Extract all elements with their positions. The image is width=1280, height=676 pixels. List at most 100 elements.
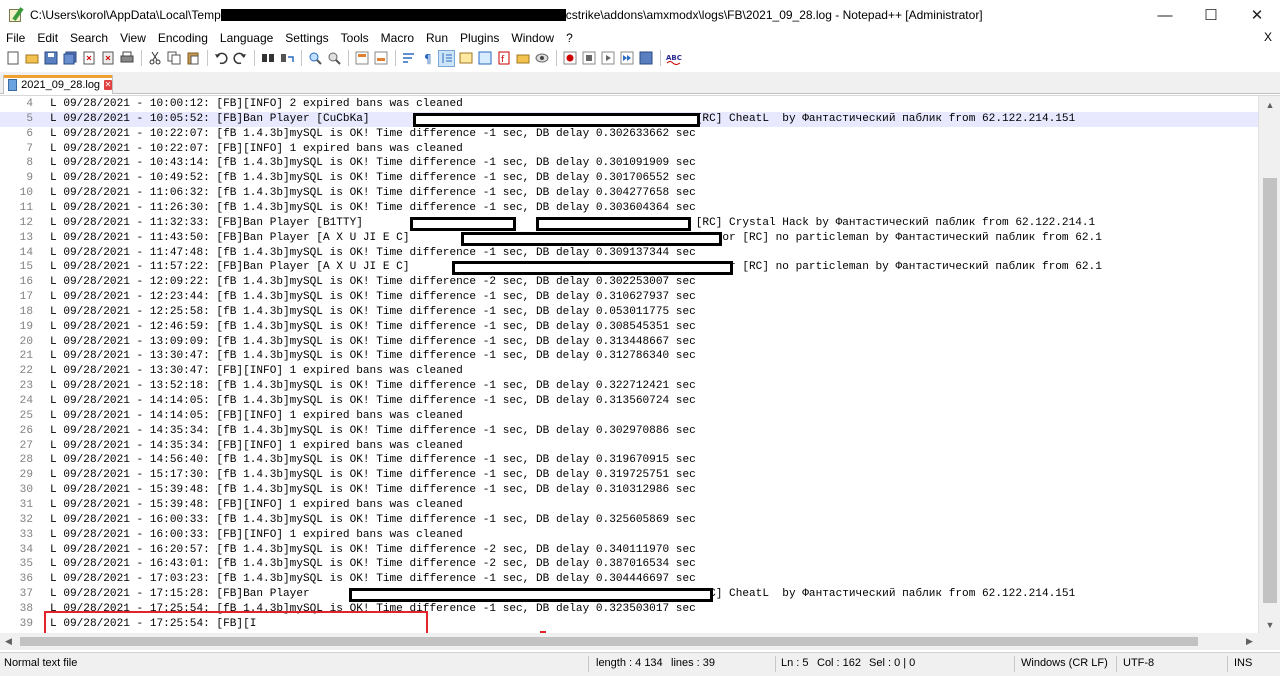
editor-line[interactable]: 8 L 09/28/2021 - 10:43:14: [fB 1.4.3b]myS… [0, 156, 1258, 171]
menu-language[interactable]: Language [214, 31, 279, 45]
indent-guide-icon[interactable] [438, 49, 455, 67]
line-text[interactable]: L 09/28/2021 - 15:39:48: [fB 1.4.3b]mySQ… [50, 483, 696, 498]
editor-line[interactable]: 7 L 09/28/2021 - 10:22:07: [FB][INFO] 1 e… [0, 142, 1258, 157]
editor-line[interactable]: 18 L 09/28/2021 - 12:25:58: [fB 1.4.3b]my… [0, 305, 1258, 320]
editor-line[interactable]: 10 L 09/28/2021 - 11:06:32: [fB 1.4.3b]my… [0, 186, 1258, 201]
scroll-down-icon[interactable]: ▼ [1259, 616, 1280, 633]
copy-icon[interactable] [165, 50, 182, 67]
vertical-scrollbar[interactable]: ▲ ▼ [1258, 96, 1280, 633]
editor-line[interactable]: 34 L 09/28/2021 - 16:20:57: [fB 1.4.3b]my… [0, 543, 1258, 558]
sync-v-icon[interactable] [353, 50, 370, 67]
menu-tools[interactable]: Tools [335, 31, 375, 45]
tab-close-icon[interactable]: ✕ [104, 80, 112, 90]
maximize-button[interactable]: ☐ [1188, 0, 1234, 30]
line-text[interactable]: L 09/28/2021 - 13:30:47: [fB 1.4.3b]mySQ… [50, 349, 696, 364]
line-text[interactable]: L 09/28/2021 - 14:56:40: [fB 1.4.3b]mySQ… [50, 453, 696, 468]
editor-line[interactable]: 20 L 09/28/2021 - 13:09:09: [fB 1.4.3b]my… [0, 335, 1258, 350]
zoom-in-icon[interactable] [306, 50, 323, 67]
editor-line[interactable]: 6 L 09/28/2021 - 10:22:07: [fB 1.4.3b]myS… [0, 127, 1258, 142]
tab-2021-09-28-log[interactable]: 2021_09_28.log ✕ [3, 75, 113, 94]
line-text[interactable]: L 09/28/2021 - 14:14:05: [FB][INFO] 1 ex… [50, 409, 463, 424]
menu-macro[interactable]: Macro [375, 31, 420, 45]
line-text[interactable]: L 09/28/2021 - 10:49:52: [fB 1.4.3b]mySQ… [50, 171, 696, 186]
monitor-icon[interactable] [533, 50, 550, 67]
line-text[interactable]: L 09/28/2021 - 16:20:57: [fB 1.4.3b]mySQ… [50, 543, 696, 558]
menu-run[interactable]: Run [420, 31, 454, 45]
editor-line[interactable]: 24 L 09/28/2021 - 14:14:05: [fB 1.4.3b]my… [0, 394, 1258, 409]
editor-line[interactable]: 30 L 09/28/2021 - 15:39:48: [fB 1.4.3b]my… [0, 483, 1258, 498]
folder-icon[interactable] [514, 50, 531, 67]
wrap-icon[interactable] [400, 50, 417, 67]
menu-file[interactable]: File [0, 31, 31, 45]
line-text[interactable]: L 09/28/2021 - 12:25:58: [fB 1.4.3b]mySQ… [50, 305, 696, 320]
menu-plugins[interactable]: Plugins [454, 31, 505, 45]
menu-window[interactable]: Window [505, 31, 560, 45]
line-text[interactable]: L 09/28/2021 - 10:43:14: [fB 1.4.3b]mySQ… [50, 156, 696, 171]
editor-line[interactable]: 35 L 09/28/2021 - 16:43:01: [fB 1.4.3b]my… [0, 557, 1258, 572]
save-icon[interactable] [42, 50, 59, 67]
save-macro-icon[interactable] [637, 50, 654, 67]
stop-icon[interactable] [580, 50, 597, 67]
editor-line[interactable]: 19 L 09/28/2021 - 12:46:59: [fB 1.4.3b]my… [0, 320, 1258, 335]
line-text[interactable]: L 09/28/2021 - 15:39:48: [FB][INFO] 1 ex… [50, 498, 463, 513]
menu-help[interactable]: ? [560, 31, 579, 45]
close-all-icon[interactable] [99, 50, 116, 67]
line-text[interactable]: L 09/28/2021 - 16:43:01: [fB 1.4.3b]mySQ… [50, 557, 696, 572]
paste-icon[interactable] [184, 50, 201, 67]
menu-edit[interactable]: Edit [31, 31, 64, 45]
line-text[interactable]: L 09/28/2021 - 16:00:33: [fB 1.4.3b]mySQ… [50, 513, 696, 528]
editor-line[interactable]: 27 L 09/28/2021 - 14:35:34: [FB][INFO] 1 … [0, 439, 1258, 454]
editor-line[interactable]: 16 L 09/28/2021 - 12:09:22: [fB 1.4.3b]my… [0, 275, 1258, 290]
close-icon[interactable] [80, 50, 97, 67]
print-icon[interactable] [118, 50, 135, 67]
minimize-button[interactable]: — [1142, 0, 1188, 30]
editor-line[interactable]: 31 L 09/28/2021 - 15:39:48: [FB][INFO] 1 … [0, 498, 1258, 513]
line-text[interactable]: L 09/28/2021 - 12:46:59: [fB 1.4.3b]mySQ… [50, 320, 696, 335]
close-document-button[interactable]: X [1264, 30, 1272, 44]
find-icon[interactable] [259, 50, 276, 67]
line-text[interactable]: L 09/28/2021 - 15:17:30: [fB 1.4.3b]mySQ… [50, 468, 696, 483]
replace-icon[interactable] [278, 50, 295, 67]
scroll-up-icon[interactable]: ▲ [1259, 96, 1280, 113]
zoom-out-icon[interactable] [325, 50, 342, 67]
line-text[interactable]: L 09/28/2021 - 10:22:07: [fB 1.4.3b]mySQ… [50, 127, 696, 142]
func-list-icon[interactable]: f [495, 50, 512, 67]
code-area[interactable]: 4 L 09/28/2021 - 10:00:12: [FB][INFO] 2 e… [0, 96, 1258, 633]
all-chars-icon[interactable]: ¶ [419, 50, 436, 67]
vertical-scroll-thumb[interactable] [1263, 178, 1277, 603]
line-text[interactable]: L 09/28/2021 - 11:06:32: [fB 1.4.3b]mySQ… [50, 186, 696, 201]
editor-line[interactable]: 28 L 09/28/2021 - 14:56:40: [fB 1.4.3b]my… [0, 453, 1258, 468]
editor-line[interactable]: 23 L 09/28/2021 - 13:52:18: [fB 1.4.3b]my… [0, 379, 1258, 394]
editor-line[interactable]: 4 L 09/28/2021 - 10:00:12: [FB][INFO] 2 e… [0, 97, 1258, 112]
editor-line[interactable]: 32 L 09/28/2021 - 16:00:33: [fB 1.4.3b]my… [0, 513, 1258, 528]
status-encoding[interactable]: UTF-8 [1123, 657, 1154, 669]
menu-encoding[interactable]: Encoding [152, 31, 214, 45]
close-window-button[interactable]: ✕ [1234, 0, 1280, 30]
editor-line[interactable]: 36 L 09/28/2021 - 17:03:23: [fB 1.4.3b]my… [0, 572, 1258, 587]
line-text[interactable]: L 09/28/2021 - 17:03:23: [fB 1.4.3b]mySQ… [50, 572, 696, 587]
menu-view[interactable]: View [114, 31, 152, 45]
editor-line[interactable]: 26 L 09/28/2021 - 14:35:34: [fB 1.4.3b]my… [0, 424, 1258, 439]
scroll-right-icon[interactable]: ▶ [1241, 633, 1258, 650]
line-text[interactable]: L 09/28/2021 - 10:22:07: [FB][INFO] 1 ex… [50, 142, 463, 157]
editor[interactable]: 4 L 09/28/2021 - 10:00:12: [FB][INFO] 2 e… [0, 95, 1280, 650]
play-icon[interactable] [599, 50, 616, 67]
undo-icon[interactable] [212, 50, 229, 67]
menu-search[interactable]: Search [64, 31, 114, 45]
line-text[interactable]: L 09/28/2021 - 16:00:33: [FB][INFO] 1 ex… [50, 528, 463, 543]
doc-map-icon[interactable] [476, 50, 493, 67]
line-text[interactable]: L 09/28/2021 - 13:30:47: [FB][INFO] 1 ex… [50, 364, 463, 379]
line-text[interactable]: L 09/28/2021 - 14:35:34: [fB 1.4.3b]mySQ… [50, 424, 696, 439]
new-icon[interactable] [4, 50, 21, 67]
status-eol[interactable]: Windows (CR LF) [1021, 657, 1108, 669]
line-text[interactable]: L 09/28/2021 - 11:26:30: [fB 1.4.3b]mySQ… [50, 201, 696, 216]
line-text[interactable]: L 09/28/2021 - 13:52:18: [fB 1.4.3b]mySQ… [50, 379, 696, 394]
menu-settings[interactable]: Settings [279, 31, 334, 45]
sync-h-icon[interactable] [372, 50, 389, 67]
line-text[interactable]: L 09/28/2021 - 12:23:44: [fB 1.4.3b]mySQ… [50, 290, 696, 305]
status-mode[interactable]: INS [1234, 657, 1252, 669]
editor-line[interactable]: 29 L 09/28/2021 - 15:17:30: [fB 1.4.3b]my… [0, 468, 1258, 483]
lang-icon[interactable] [457, 50, 474, 67]
cut-icon[interactable] [146, 50, 163, 67]
spellcheck-icon[interactable]: ABC [665, 50, 682, 67]
